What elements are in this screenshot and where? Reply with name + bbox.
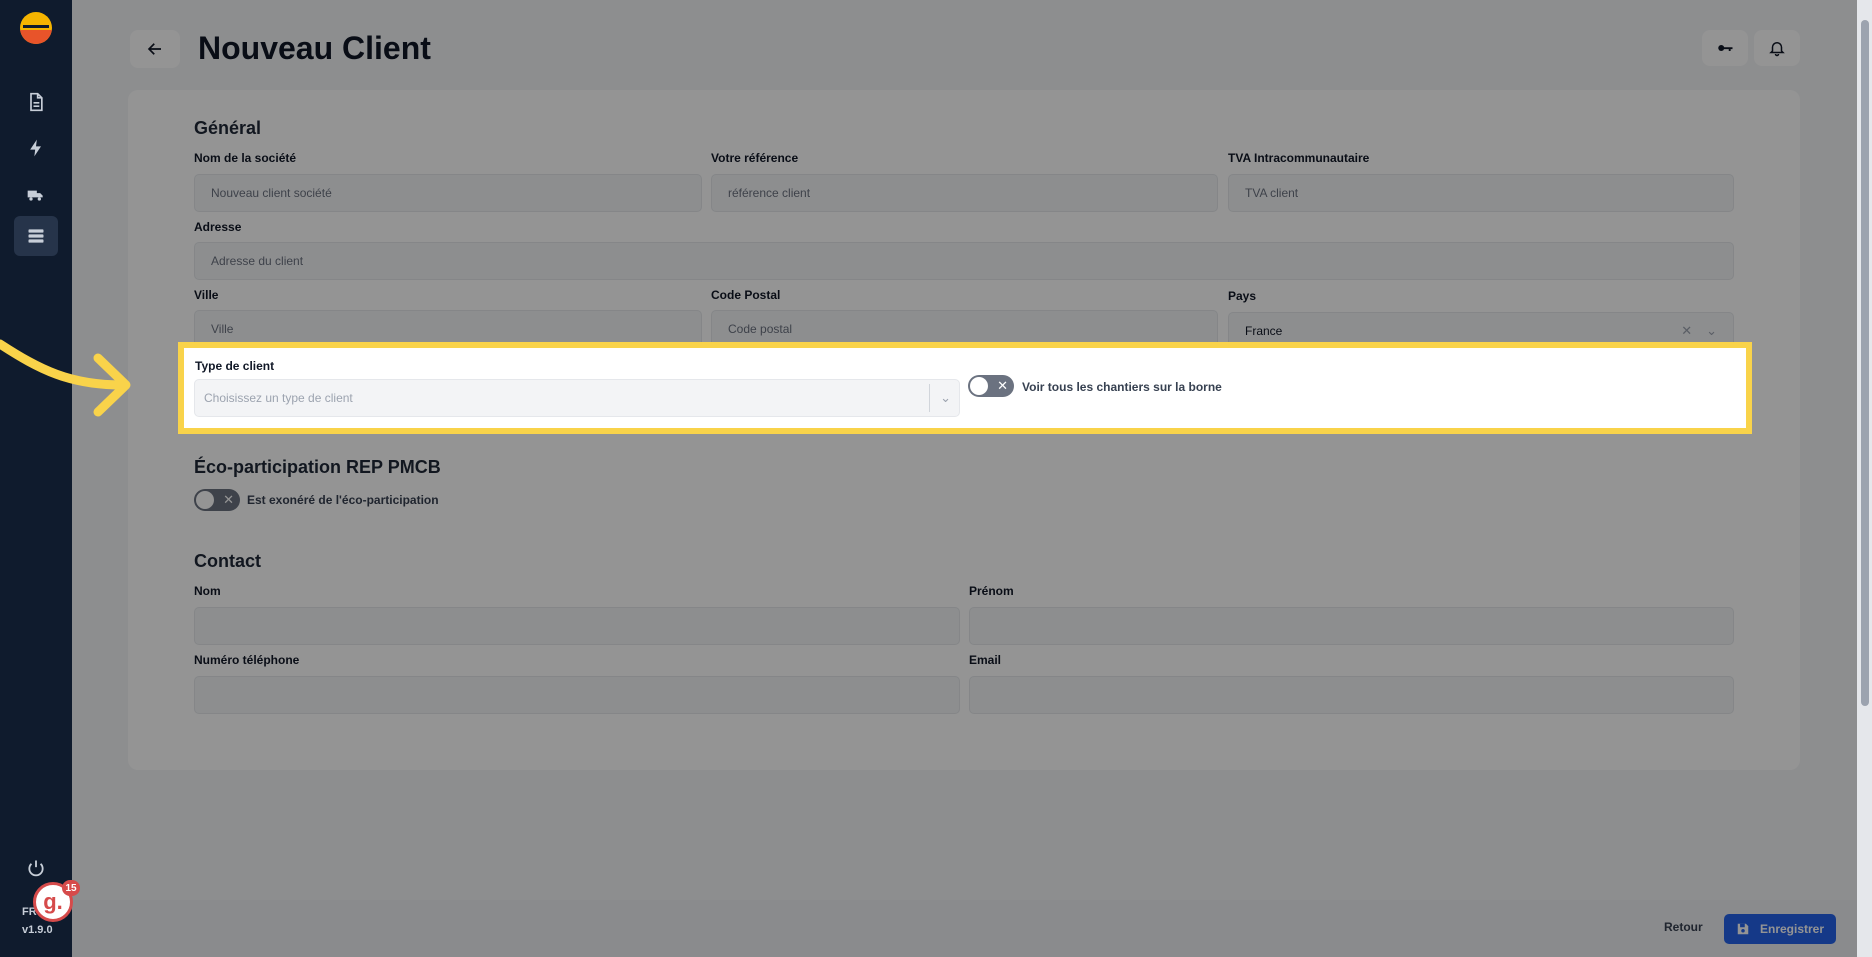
power-icon[interactable]	[26, 858, 46, 878]
client-type-placeholder: Choisissez un type de client	[204, 391, 353, 405]
notification-badge: 15	[62, 880, 80, 896]
lightning-icon[interactable]	[14, 128, 58, 168]
scrollbar-thumb[interactable]	[1861, 20, 1869, 706]
documents-icon[interactable]	[14, 82, 58, 122]
x-icon: ✕	[997, 378, 1008, 393]
truck-icon[interactable]	[14, 174, 58, 214]
select-divider	[929, 384, 931, 412]
client-type-select[interactable]: Choisissez un type de client ⌄	[194, 379, 960, 417]
arrow-pointer-icon	[0, 339, 131, 417]
show-all-sites-toggle[interactable]: ✕	[968, 375, 1014, 397]
list-icon[interactable]	[14, 216, 58, 256]
show-all-sites-label: Voir tous les chantiers sur la borne	[1022, 380, 1222, 394]
chevron-down-icon[interactable]: ⌄	[940, 390, 951, 406]
client-type-label: Type de client	[195, 359, 275, 373]
sidebar: FR v1.9.0	[0, 0, 72, 957]
version-label: v1.9.0	[22, 924, 53, 936]
app-logo[interactable]	[20, 12, 52, 44]
dim-overlay	[72, 0, 1872, 957]
